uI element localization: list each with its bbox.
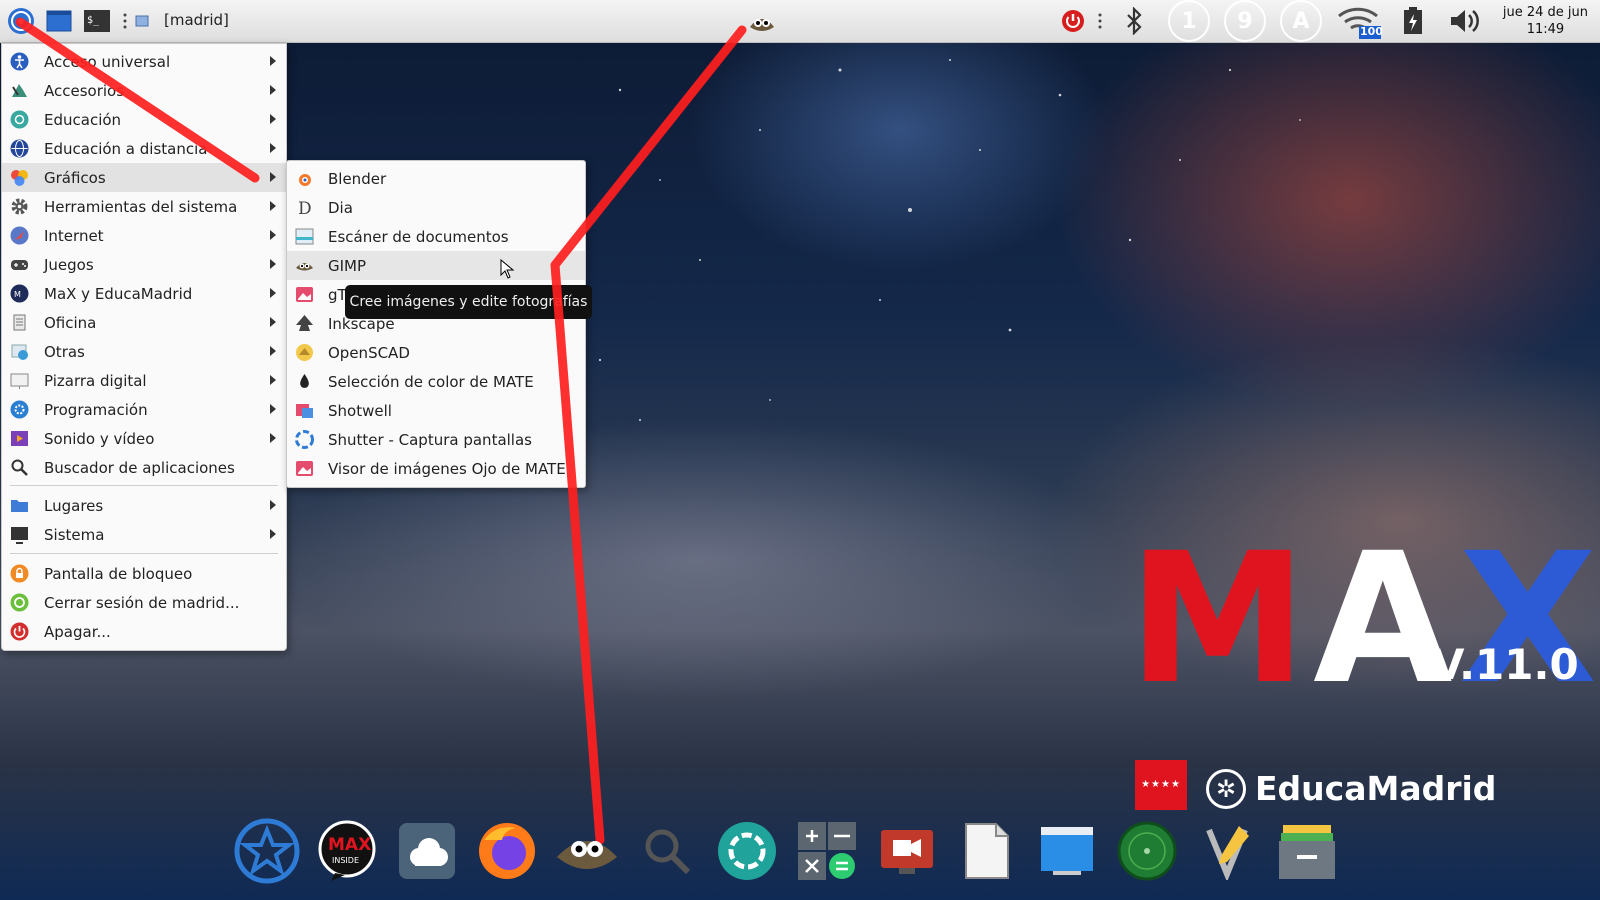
archive-icon	[1279, 825, 1335, 879]
madrid-flag: ★★★★	[1135, 760, 1187, 810]
educamadrid-logo-icon: ✲	[1206, 769, 1246, 809]
search-icon	[645, 829, 691, 875]
calculator-icon	[798, 822, 856, 880]
gimp-icon	[557, 841, 617, 869]
document-icon	[965, 823, 1009, 879]
window-icon	[1041, 827, 1093, 875]
dock-item-radar[interactable]	[1112, 815, 1182, 887]
dock-item-max-inside[interactable]: MAX INSIDE	[312, 815, 382, 887]
max-version: V.11.0	[1432, 640, 1579, 689]
dock-item-window[interactable]	[1032, 815, 1102, 887]
dock-item-star-app[interactable]	[232, 815, 302, 887]
dock-item-video-call[interactable]	[872, 815, 942, 887]
dock-item-firefox[interactable]	[472, 815, 542, 887]
dock-item-text-editor[interactable]	[1192, 815, 1262, 887]
text-editor-icon	[1206, 826, 1249, 880]
dock-item-cloud[interactable]	[392, 815, 462, 887]
dock: MAX INSIDE	[228, 815, 1358, 895]
educamadrid-wordmark: EducaMadrid	[1255, 769, 1497, 808]
cloud-icon	[399, 823, 455, 879]
dock-item-document[interactable]	[952, 815, 1022, 887]
red-annotation-lines	[15, 17, 747, 845]
dock-item-gimp[interactable]	[552, 815, 622, 887]
dock-item-calculator[interactable]	[792, 815, 862, 887]
firefox-icon	[479, 823, 535, 879]
video-call-icon	[881, 830, 933, 874]
dock-item-shutter[interactable]	[712, 815, 782, 887]
star-app-icon	[234, 818, 300, 884]
shutter-icon	[718, 822, 776, 880]
dock-item-archive[interactable]	[1272, 815, 1342, 887]
dock-item-search[interactable]	[632, 815, 702, 887]
radar-icon	[1117, 821, 1177, 881]
